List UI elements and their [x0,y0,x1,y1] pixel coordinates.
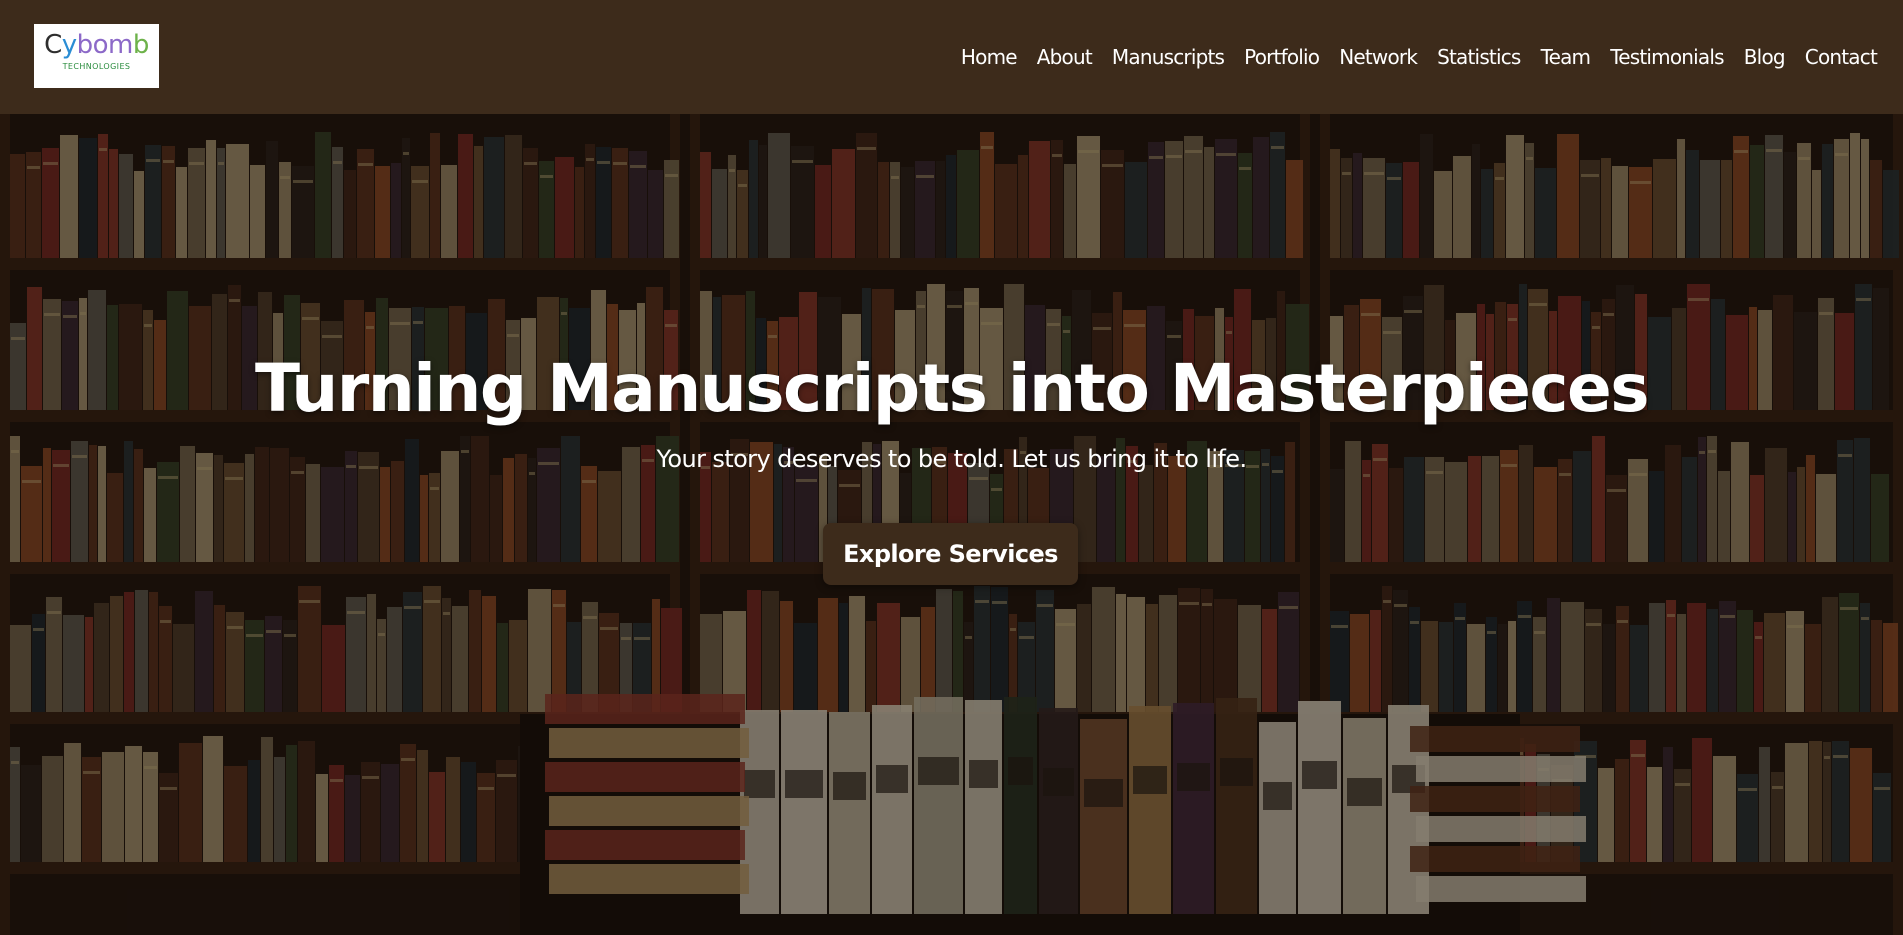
hero-title: Turning Manuscripts into Masterpieces [254,350,1650,427]
explore-services-button[interactable]: Explore Services [823,523,1078,585]
hero-section: Turning Manuscripts into Masterpieces Yo… [0,114,1903,935]
nav-testimonials[interactable]: Testimonials [1610,45,1724,69]
nav-manuscripts[interactable]: Manuscripts [1112,45,1225,69]
hero-subtitle: Your story deserves to be told. Let us b… [656,445,1248,473]
nav-network[interactable]: Network [1339,45,1418,69]
nav-team[interactable]: Team [1541,45,1591,69]
logo[interactable]: Cybomb TECHNOLOGIES [34,24,159,88]
nav-home[interactable]: Home [961,45,1018,69]
nav-contact[interactable]: Contact [1805,45,1878,69]
logo-wordmark: Cybomb [44,30,149,60]
logo-tagline: TECHNOLOGIES [62,62,131,71]
nav-about[interactable]: About [1037,45,1093,69]
hero-content: Turning Manuscripts into Masterpieces Yo… [0,114,1903,935]
main-nav: Home About Manuscripts Portfolio Network… [961,0,1878,114]
nav-blog[interactable]: Blog [1744,45,1786,69]
site-header: Cybomb TECHNOLOGIES Home About Manuscrip… [0,0,1903,114]
nav-portfolio[interactable]: Portfolio [1244,45,1320,69]
nav-statistics[interactable]: Statistics [1437,45,1521,69]
